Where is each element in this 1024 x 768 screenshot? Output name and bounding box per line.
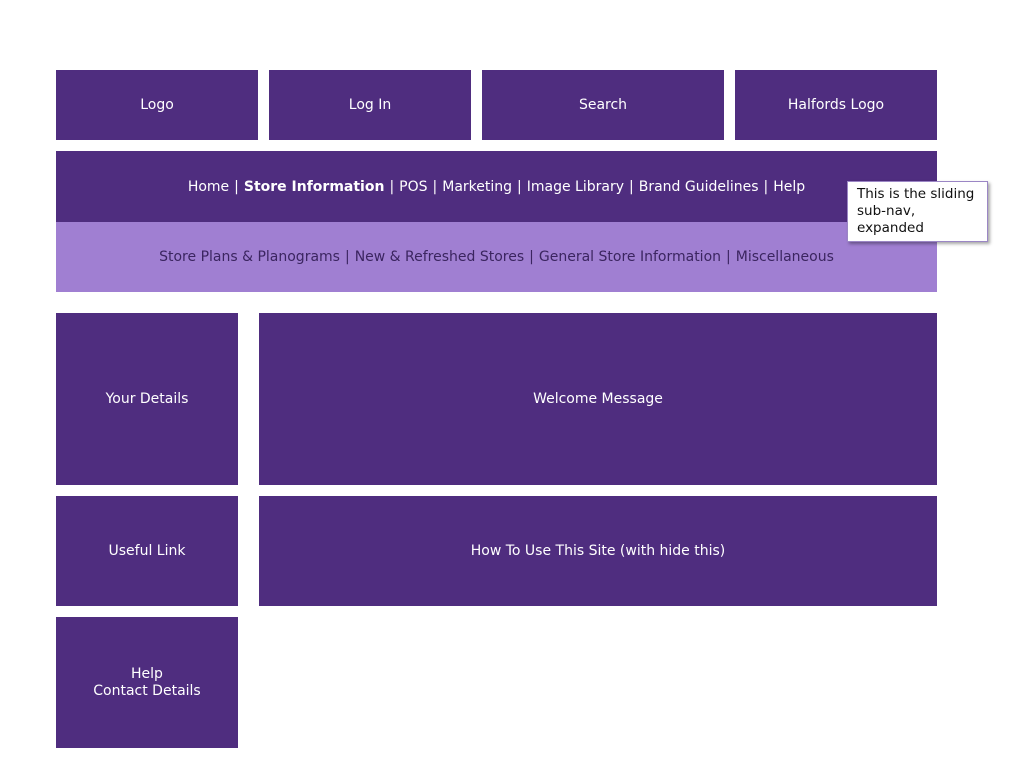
login-button[interactable]: Log In bbox=[269, 70, 471, 140]
contact-details-label: Contact Details bbox=[93, 682, 201, 699]
subnav-item-new-refreshed-stores[interactable]: New & Refreshed Stores bbox=[355, 249, 524, 265]
your-details-label: Your Details bbox=[105, 391, 189, 407]
nav-separator: | bbox=[629, 178, 634, 195]
welcome-message-panel: Welcome Message bbox=[259, 313, 937, 485]
useful-link-label: Useful Link bbox=[108, 543, 186, 559]
nav-item-marketing[interactable]: Marketing bbox=[442, 179, 512, 195]
how-to-use-label: How To Use This Site (with hide this) bbox=[470, 543, 726, 559]
search-label: Search bbox=[578, 97, 628, 113]
nav-item-brand-guidelines[interactable]: Brand Guidelines bbox=[639, 179, 759, 195]
annotation-callout: This is the sliding sub-nav, expanded bbox=[847, 181, 988, 242]
nav-item-store-information[interactable]: Store Information bbox=[244, 179, 385, 195]
how-to-use-panel[interactable]: How To Use This Site (with hide this) bbox=[259, 496, 937, 606]
subnav-separator: | bbox=[726, 249, 731, 265]
useful-link-panel[interactable]: Useful Link bbox=[56, 496, 238, 606]
logo-placeholder[interactable]: Logo bbox=[56, 70, 258, 140]
nav-separator: | bbox=[763, 178, 769, 195]
your-details-panel[interactable]: Your Details bbox=[56, 313, 238, 485]
nav-separator: | bbox=[517, 178, 522, 195]
subnav-separator: | bbox=[529, 249, 534, 265]
nav-separator: | bbox=[234, 178, 239, 195]
nav-separator: | bbox=[389, 178, 395, 195]
halfords-logo-placeholder[interactable]: Halfords Logo bbox=[735, 70, 937, 140]
subnav-item-general-store-information[interactable]: General Store Information bbox=[539, 249, 721, 265]
subnav-separator: | bbox=[344, 249, 350, 265]
logo-label: Logo bbox=[140, 97, 174, 113]
help-contact-panel[interactable]: Help Contact Details bbox=[56, 617, 238, 748]
nav-item-help[interactable]: Help bbox=[773, 179, 805, 195]
nav-item-pos[interactable]: POS bbox=[399, 179, 427, 195]
sub-nav-items: Store Plans & Planograms | New & Refreshed… bbox=[159, 249, 834, 265]
main-nav: Home | Store Information | POS | Marketing | Ima… bbox=[56, 151, 937, 222]
nav-separator: | bbox=[432, 178, 438, 195]
login-label: Log In bbox=[348, 97, 392, 113]
halfords-logo-label: Halfords Logo bbox=[787, 97, 885, 113]
help-label: Help bbox=[131, 665, 163, 682]
search-box[interactable]: Search bbox=[482, 70, 724, 140]
subnav-item-miscellaneous[interactable]: Miscellaneous bbox=[736, 249, 834, 265]
nav-item-home[interactable]: Home bbox=[188, 179, 229, 195]
nav-item-image-library[interactable]: Image Library bbox=[527, 179, 624, 195]
wireframe-page: Logo Log In Search Halfords Logo Home | St… bbox=[0, 0, 1024, 768]
subnav-item-store-plans[interactable]: Store Plans & Planograms bbox=[159, 249, 340, 265]
callout-text: This is the sliding sub-nav, expanded bbox=[857, 186, 975, 236]
welcome-message-label: Welcome Message bbox=[533, 391, 663, 407]
main-nav-items: Home | Store Information | POS | Marketing | Ima… bbox=[188, 179, 805, 195]
sub-nav: Store Plans & Planograms | New & Refreshed… bbox=[56, 222, 937, 292]
